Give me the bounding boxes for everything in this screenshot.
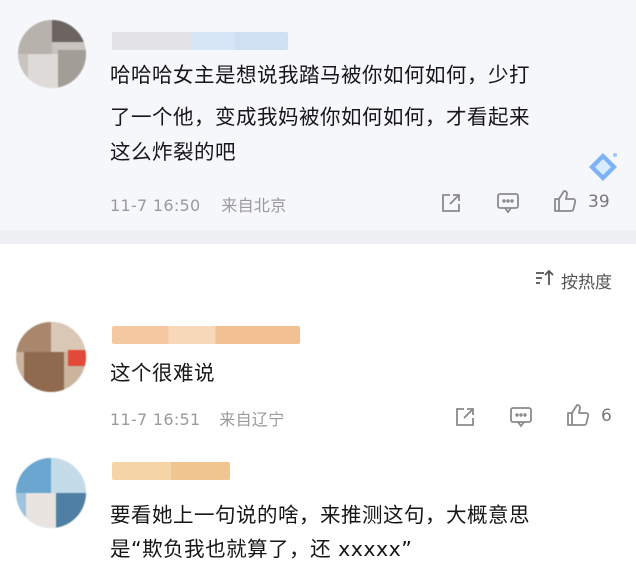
username[interactable] <box>112 32 288 50</box>
sort-label: 按热度 <box>561 273 612 293</box>
comment-text-line: 这么炸裂的吧 <box>110 140 236 164</box>
section-divider <box>0 230 636 244</box>
username[interactable] <box>112 326 300 344</box>
avatar[interactable] <box>16 458 86 528</box>
thumbs-up-icon[interactable] <box>552 188 578 214</box>
share-icon[interactable] <box>438 190 464 216</box>
comment-text-line: 要看她上一句说的啥，来推测这句，大概意思 <box>110 503 530 527</box>
comment-time: 11-7 16:50 <box>110 196 201 215</box>
share-icon[interactable] <box>452 404 478 430</box>
comment-location: 来自北京 <box>221 196 287 215</box>
diamond-badge-icon <box>586 150 620 184</box>
comment-card-1: 哈哈哈女主是想说我踏马被你如何如何，少打 了一个他，变成我妈被你如何如何，才看起… <box>0 0 636 230</box>
thumbs-up-icon[interactable] <box>565 402 591 428</box>
avatar[interactable] <box>16 322 86 392</box>
comment-icon[interactable] <box>495 190 521 216</box>
like-count: 6 <box>601 406 612 426</box>
comment-text-line: 哈哈哈女主是想说我踏马被你如何如何，少打 <box>110 63 530 87</box>
comment-meta: 11-7 16:50 来自北京 <box>110 192 287 216</box>
username[interactable] <box>112 462 230 480</box>
comment-meta: 11-7 16:51 来自辽宁 <box>110 406 285 430</box>
sort-by-hot-button[interactable]: 按热度 <box>535 268 612 293</box>
comment-icon[interactable] <box>508 404 534 430</box>
comment-text-line: 这个很难说 <box>110 361 215 385</box>
like-count: 39 <box>588 192 610 212</box>
comment-text-line: 了一个他，变成我妈被你如何如何，才看起来 <box>110 105 530 129</box>
sort-icon <box>535 269 555 292</box>
comment-time: 11-7 16:51 <box>110 410 201 429</box>
comment-location: 来自辽宁 <box>219 410 285 429</box>
avatar[interactable] <box>18 20 86 88</box>
